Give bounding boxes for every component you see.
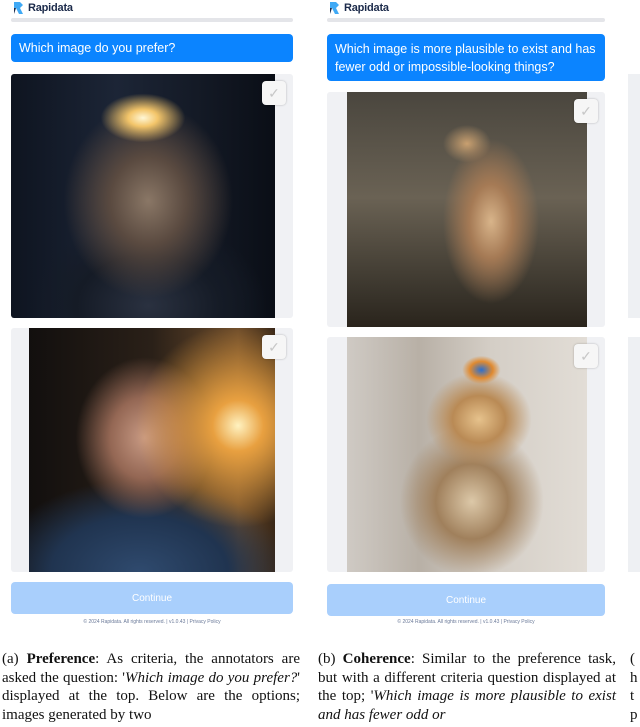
- continue-label: Continue: [131, 592, 173, 604]
- image-option-1[interactable]: ✓: [11, 74, 293, 318]
- image-option-2[interactable]: ✓: [11, 328, 293, 572]
- caption-b-label: (b): [318, 651, 336, 667]
- caption-a-italic: Which image do you prefer?: [124, 669, 298, 686]
- select-checkbox-2[interactable]: ✓: [262, 335, 286, 359]
- caption-b: (b) Coherence: Similar to the preference…: [318, 650, 616, 724]
- panel-coherence: Rapidata Which image is more plausible t…: [327, 0, 605, 640]
- logo-text: Rapidata: [344, 2, 389, 14]
- caption-c-fragment: ( h t p: [630, 651, 638, 723]
- select-checkbox-1[interactable]: ✓: [574, 99, 598, 123]
- rapidata-logo-icon: [330, 2, 339, 14]
- caption-a: (a) Preference: As criteria, the annotat…: [2, 650, 300, 724]
- continue-label: Continue: [445, 594, 487, 606]
- select-checkbox-1[interactable]: ✓: [262, 81, 286, 105]
- footer-text: © 2024 Rapidata. All rights reserved. | …: [397, 619, 535, 625]
- logo-text: Rapidata: [28, 2, 73, 14]
- continue-button[interactable]: Continue: [327, 584, 605, 616]
- rapidata-logo-icon: [14, 2, 23, 14]
- caption-b-title: Coherence: [342, 651, 411, 667]
- panel-preference: Rapidata Which image do you prefer? ✓ ✓ …: [11, 0, 293, 640]
- question-banner: Which image do you prefer?: [11, 34, 293, 62]
- continue-button[interactable]: Continue: [11, 582, 293, 614]
- footer-text: © 2024 Rapidata. All rights reserved. | …: [83, 619, 221, 625]
- question-banner: Which image is more plausible to exist a…: [327, 34, 605, 81]
- question-text: Which image do you prefer?: [19, 41, 176, 55]
- caption-a-title: Preference: [26, 651, 96, 667]
- cat-with-bird-on-head-image: [347, 337, 587, 572]
- caption-a-label: (a): [2, 651, 19, 667]
- image-option-1[interactable]: ✓: [327, 92, 605, 327]
- old-man-headlamp-image: [11, 74, 275, 318]
- cat-reaching-bird-image: [347, 92, 587, 327]
- question-text: Which image is more plausible to exist a…: [335, 41, 596, 74]
- select-checkbox-2[interactable]: ✓: [574, 344, 598, 368]
- image-option-2[interactable]: ✓: [327, 337, 605, 572]
- progress-bar: [11, 18, 293, 22]
- rapidata-logo: Rapidata: [13, 0, 73, 16]
- progress-bar: [327, 18, 605, 22]
- rapidata-logo: Rapidata: [329, 0, 389, 16]
- panel-c-edge: [628, 0, 640, 630]
- old-man-lamp-image: [29, 328, 275, 572]
